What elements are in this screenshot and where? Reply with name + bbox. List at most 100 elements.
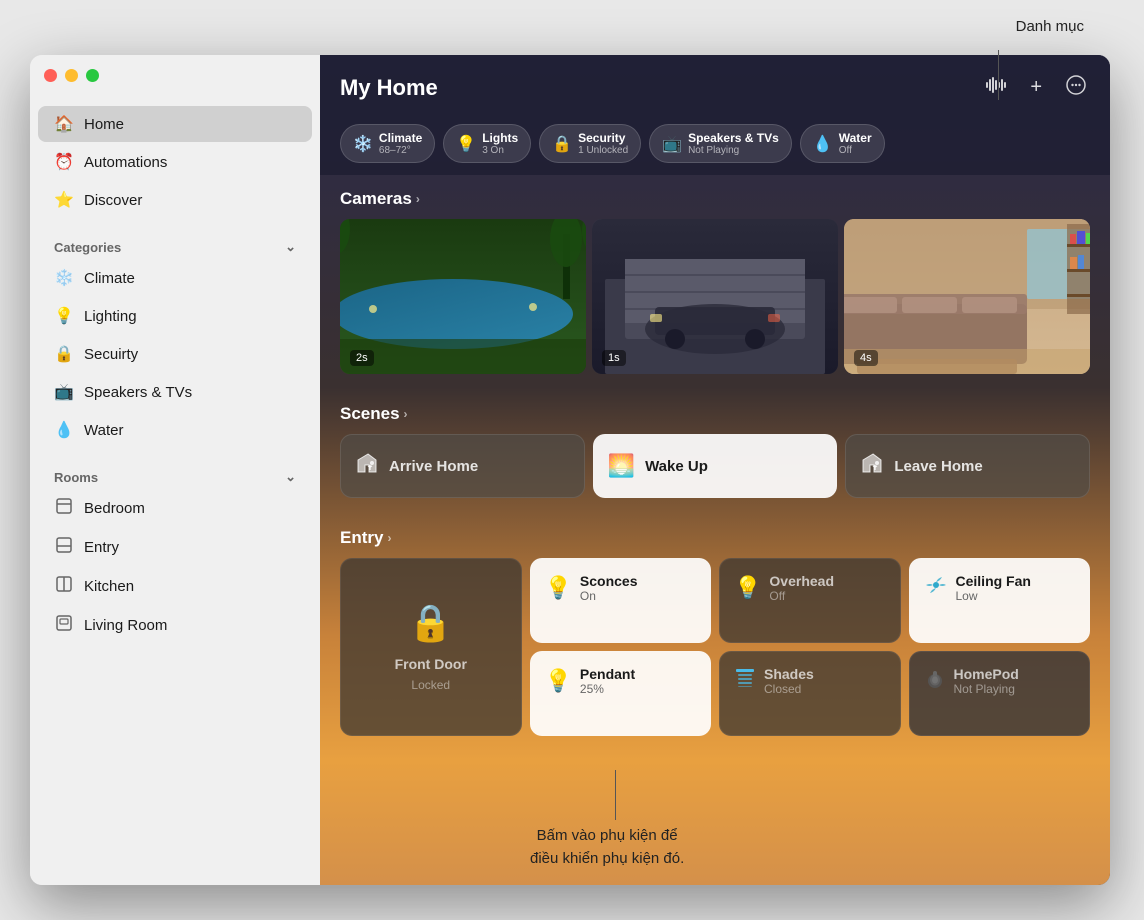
ceiling-fan-icon: [924, 573, 948, 603]
sidebar-item-discover-label: Discover: [84, 192, 142, 209]
status-pill-water[interactable]: 💧 Water Off: [800, 124, 885, 163]
rooms-chevron-icon: ⌄: [285, 469, 296, 485]
sidebar-item-discover[interactable]: ⭐ Discover: [38, 182, 312, 218]
scenes-grid: Arrive Home 🌅 Wake Up: [320, 434, 1110, 514]
sidebar-item-water[interactable]: 💧 Water: [38, 412, 312, 448]
device-card-sconces[interactable]: 💡 Sconces On: [530, 558, 712, 643]
categories-label: Categories: [54, 240, 121, 255]
pendant-row: 💡 Pendant 25%: [545, 666, 697, 696]
main-content: My Home +: [320, 55, 1110, 885]
sidebar-item-speakers[interactable]: 📺 Speakers & TVs: [38, 374, 312, 410]
speakers-status-icon: 📺: [662, 134, 682, 154]
ceiling-fan-status: Low: [956, 589, 1031, 603]
sidebar-item-security[interactable]: 🔒 Secuirty: [38, 336, 312, 372]
sidebar-item-lighting[interactable]: 💡 Lighting: [38, 298, 312, 334]
security-icon: 🔒: [54, 344, 74, 364]
sconces-info: Sconces On: [580, 573, 638, 603]
ceiling-fan-row: Ceiling Fan Low: [924, 573, 1076, 603]
cameras-chevron-icon: ›: [416, 192, 420, 206]
camera-grid: 2s: [320, 219, 1110, 390]
add-button[interactable]: +: [1026, 72, 1046, 103]
app-window: 🏠 Home ⏰ Automations ⭐ Discover Categori…: [30, 55, 1110, 885]
scene-arrive-home[interactable]: Arrive Home: [340, 434, 585, 498]
sidebar-item-automations[interactable]: ⏰ Automations: [38, 144, 312, 180]
categories-chevron-icon: ⌄: [285, 239, 296, 255]
homepod-info: HomePod Not Playing: [954, 666, 1019, 696]
pendant-status: 25%: [580, 682, 635, 696]
page-title: My Home: [340, 75, 438, 101]
camera-pool[interactable]: 2s: [340, 219, 586, 374]
categories-section-header: Categories ⌄: [38, 227, 312, 259]
status-pill-speakers[interactable]: 📺 Speakers & TVs Not Playing: [649, 124, 792, 163]
device-card-pendant[interactable]: 💡 Pendant 25%: [530, 651, 712, 736]
living-room-icon: [54, 615, 74, 636]
scene-arrive-home-label: Arrive Home: [389, 458, 478, 475]
leave-home-icon: [860, 451, 884, 481]
device-card-overhead[interactable]: 💡 Overhead Off: [719, 558, 901, 643]
ceiling-fan-info: Ceiling Fan Low: [956, 573, 1031, 603]
scenes-section-header[interactable]: Scenes ›: [320, 390, 1110, 434]
discover-icon: ⭐: [54, 190, 74, 210]
status-pills: ❄️ Climate 68–72° 💡 Lights 3 On 🔒: [320, 116, 1110, 175]
sidebar-item-lighting-label: Lighting: [84, 308, 137, 325]
minimize-button[interactable]: [65, 69, 78, 82]
lights-status-text: Lights 3 On: [482, 131, 518, 156]
climate-status-text: Climate 68–72°: [379, 131, 422, 156]
cameras-section-header[interactable]: Cameras ›: [320, 175, 1110, 219]
more-button[interactable]: [1062, 71, 1090, 104]
overhead-info: Overhead Off: [769, 573, 834, 603]
sidebar-item-climate-label: Climate: [84, 270, 135, 287]
sidebar-item-security-label: Secuirty: [84, 346, 138, 363]
overhead-name: Overhead: [769, 573, 834, 589]
sidebar-item-entry[interactable]: Entry: [38, 529, 312, 566]
device-card-front-door[interactable]: 🔒 Front Door Locked: [340, 558, 522, 736]
automations-icon: ⏰: [54, 152, 74, 172]
sidebar-item-home[interactable]: 🏠 Home: [38, 106, 312, 142]
device-card-ceiling-fan[interactable]: Ceiling Fan Low: [909, 558, 1091, 643]
maximize-button[interactable]: [86, 69, 99, 82]
status-pill-lights[interactable]: 💡 Lights 3 On: [443, 124, 531, 163]
sidebar-item-home-label: Home: [84, 116, 124, 133]
sidebar: 🏠 Home ⏰ Automations ⭐ Discover Categori…: [30, 55, 320, 885]
sidebar-item-climate[interactable]: ❄️ Climate: [38, 260, 312, 296]
traffic-lights: [44, 69, 99, 82]
camera-garage-timestamp: 1s: [602, 350, 626, 366]
homepod-icon: [924, 667, 946, 695]
entry-section-header[interactable]: Entry ›: [320, 514, 1110, 558]
status-pill-security[interactable]: 🔒 Security 1 Unlocked: [539, 124, 641, 163]
pendant-icon: 💡: [545, 668, 572, 694]
sidebar-item-kitchen[interactable]: Kitchen: [38, 568, 312, 605]
main-header: My Home +: [320, 55, 1110, 116]
security-status-icon: 🔒: [552, 134, 572, 154]
waveform-button[interactable]: [982, 73, 1010, 102]
sconces-icon: 💡: [545, 575, 572, 601]
shades-row: Shades Closed: [734, 666, 886, 696]
sidebar-item-living-room[interactable]: Living Room: [38, 607, 312, 644]
close-button[interactable]: [44, 69, 57, 82]
security-status-text: Security 1 Unlocked: [578, 131, 628, 156]
front-door-status: Locked: [411, 678, 450, 692]
sidebar-item-bedroom[interactable]: Bedroom: [38, 490, 312, 527]
camera-pool-feed: [340, 219, 586, 374]
status-pill-climate[interactable]: ❄️ Climate 68–72°: [340, 124, 435, 163]
camera-living-timestamp: 4s: [854, 350, 878, 366]
scene-wake-up[interactable]: 🌅 Wake Up: [593, 434, 838, 498]
sidebar-item-water-label: Water: [84, 422, 123, 439]
homepod-name: HomePod: [954, 666, 1019, 682]
entry-section-label: Entry: [340, 528, 383, 548]
climate-status-icon: ❄️: [353, 134, 373, 154]
sidebar-item-speakers-label: Speakers & TVs: [84, 384, 192, 401]
scene-leave-home[interactable]: Leave Home: [845, 434, 1090, 498]
camera-garage[interactable]: 1s: [592, 219, 838, 374]
camera-pool-timestamp: 2s: [350, 350, 374, 366]
pendant-info: Pendant 25%: [580, 666, 635, 696]
shades-name: Shades: [764, 666, 814, 682]
sconces-status: On: [580, 589, 638, 603]
home-icon: 🏠: [54, 114, 74, 134]
device-card-homepod[interactable]: HomePod Not Playing: [909, 651, 1091, 736]
camera-living[interactable]: 4s: [844, 219, 1090, 374]
scene-wake-up-label: Wake Up: [645, 458, 708, 475]
device-card-shades[interactable]: Shades Closed: [719, 651, 901, 736]
rooms-section-header: Rooms ⌄: [38, 457, 312, 489]
main-panel: My Home +: [320, 55, 1110, 885]
